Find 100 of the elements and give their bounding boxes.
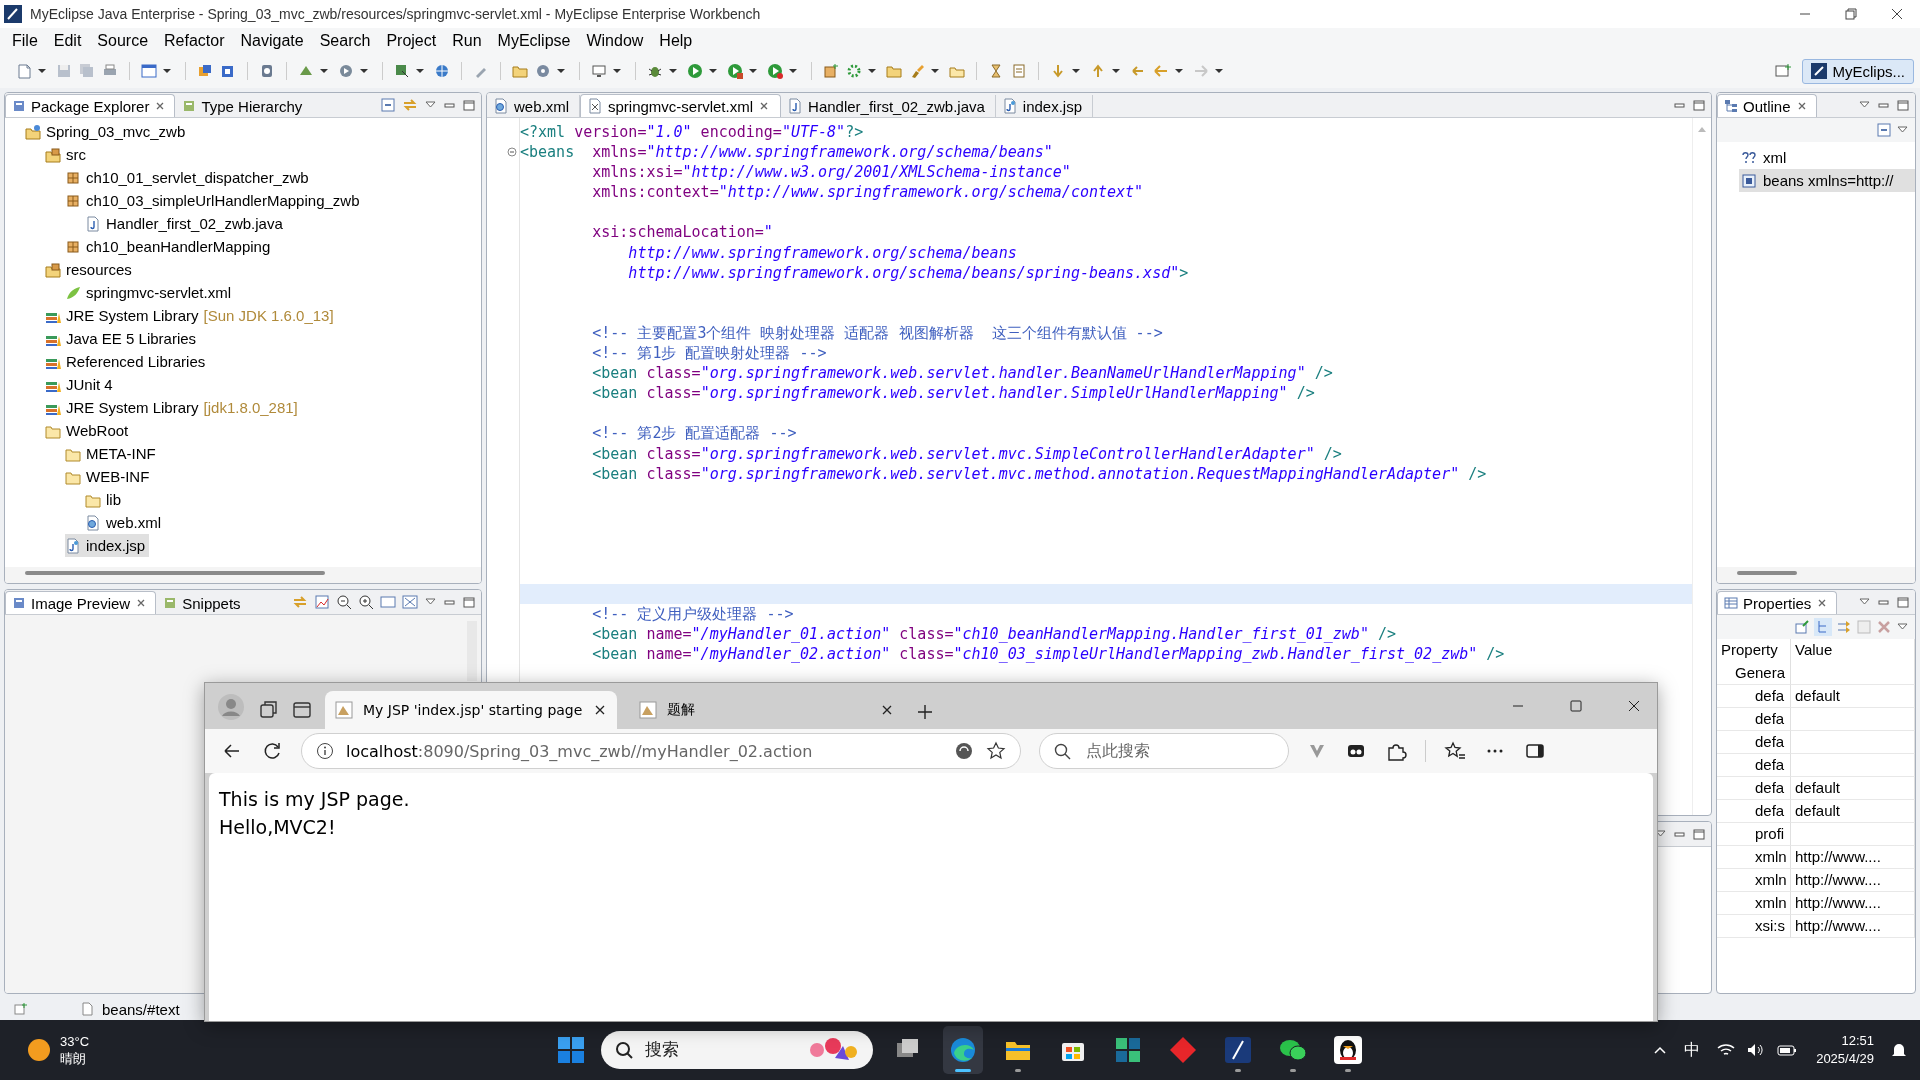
window-icon[interactable] xyxy=(141,63,157,79)
caret-icon[interactable] xyxy=(415,66,425,76)
maximize-icon[interactable] xyxy=(462,99,475,111)
new-document-icon[interactable] xyxy=(16,63,32,79)
annotation-next-icon[interactable] xyxy=(1050,63,1066,79)
server-icon[interactable] xyxy=(259,63,275,79)
outline-item[interactable]: xml xyxy=(1739,146,1915,169)
fast-view-icon[interactable] xyxy=(14,1002,28,1016)
caret-icon[interactable] xyxy=(930,66,940,76)
caret-icon[interactable] xyxy=(788,66,798,76)
editor-tab[interactable]: Handler_first_02_zwb.java xyxy=(781,95,996,117)
tree-item[interactable]: index.jsp xyxy=(65,534,150,557)
maximize-icon[interactable] xyxy=(1896,596,1909,608)
browser-tab[interactable]: My JSP 'index.jsp' starting page xyxy=(325,691,617,729)
fit-icon[interactable] xyxy=(402,594,418,610)
delete-icon[interactable] xyxy=(1876,619,1892,635)
editor-tab[interactable]: web.xml xyxy=(487,95,580,117)
wifi-icon[interactable] xyxy=(1716,1042,1737,1058)
menu-item[interactable]: File xyxy=(4,30,46,52)
collapse-fold-icon[interactable] xyxy=(507,147,517,158)
pin-icon[interactable] xyxy=(1794,619,1810,635)
export-icon[interactable] xyxy=(394,63,410,79)
avatar-icon[interactable] xyxy=(217,693,245,721)
close-icon[interactable] xyxy=(880,703,894,717)
maximize-icon[interactable] xyxy=(1896,99,1909,111)
caret-icon[interactable] xyxy=(867,66,877,76)
tree-item[interactable]: Handler_first_02_zwb.java xyxy=(85,212,287,235)
notification-bell-icon[interactable] xyxy=(1890,1041,1908,1059)
zoom-in-icon[interactable] xyxy=(358,594,374,610)
play-icon[interactable] xyxy=(727,63,743,79)
clock-time[interactable]: 12:51 xyxy=(1841,1032,1874,1050)
menu-item[interactable]: Source xyxy=(89,30,157,52)
refresh-badge-icon[interactable] xyxy=(954,741,974,761)
view-tab[interactable]: Type Hierarchy xyxy=(175,94,312,117)
favorites-icon[interactable] xyxy=(1444,740,1466,762)
tree-item[interactable]: Spring_03_mvc_zwb xyxy=(25,120,190,143)
caret-icon[interactable] xyxy=(556,66,566,76)
tree-item[interactable]: ch10_03_simpleUrlHandlerMapping_zwb xyxy=(65,189,364,212)
menu-item[interactable]: Help xyxy=(651,30,701,52)
menu-item[interactable]: Navigate xyxy=(232,30,312,52)
play-icon[interactable] xyxy=(687,63,703,79)
zoom-out-icon[interactable] xyxy=(336,594,352,610)
monitor-icon[interactable] xyxy=(591,63,607,79)
editor-tab[interactable]: index.jsp xyxy=(995,95,1093,117)
tree-item[interactable]: Java EE 5 Libraries xyxy=(45,327,201,350)
pen-icon[interactable] xyxy=(1223,1035,1253,1065)
caret-icon[interactable] xyxy=(708,66,718,76)
horizontal-scrollbar[interactable] xyxy=(25,571,325,575)
open-folder-icon[interactable] xyxy=(512,63,528,79)
maximize-icon[interactable] xyxy=(1692,99,1705,111)
tree-item[interactable]: JRE System Library [jdk1.8.0_281] xyxy=(45,396,302,419)
maximize-icon[interactable] xyxy=(1692,828,1705,840)
tree-item[interactable]: JRE System Library [Sun JDK 1.6.0_13] xyxy=(45,304,338,327)
new-tab-icon[interactable] xyxy=(916,703,934,721)
tree-item[interactable]: web.xml xyxy=(85,511,165,534)
view-tab[interactable]: Properties xyxy=(1717,591,1838,614)
caret-icon[interactable] xyxy=(37,66,47,76)
caret-icon[interactable] xyxy=(748,66,758,76)
tree-item[interactable]: springmvc-servlet.xml xyxy=(65,281,236,304)
brush-icon[interactable] xyxy=(909,63,925,79)
column-header[interactable]: Value xyxy=(1791,639,1915,662)
tree-item[interactable]: JUnit 4 xyxy=(45,373,117,396)
caret-icon[interactable] xyxy=(359,66,369,76)
caret-icon[interactable] xyxy=(1071,66,1081,76)
cube-icon[interactable] xyxy=(197,63,213,79)
star-icon[interactable] xyxy=(986,741,1006,761)
view-tab[interactable]: Package Explorer xyxy=(5,94,176,117)
diamond-icon[interactable] xyxy=(1168,1035,1198,1065)
tiles-icon[interactable] xyxy=(1113,1035,1143,1065)
hourglass-icon[interactable] xyxy=(988,63,1004,79)
penguin-icon[interactable] xyxy=(1333,1035,1363,1065)
menu-item[interactable]: Window xyxy=(578,30,652,52)
clock-date[interactable]: 2025/4/29 xyxy=(1816,1050,1874,1068)
outline-item[interactable]: beans xmlns=http:// xyxy=(1739,169,1915,192)
tab-actions-icon[interactable] xyxy=(291,699,313,721)
perspective-button[interactable]: MyEclips... xyxy=(1802,58,1914,84)
menu-item[interactable]: Search xyxy=(311,30,379,52)
tree-item[interactable]: WEB-INF xyxy=(65,465,154,488)
tree-item[interactable]: META-INF xyxy=(65,442,160,465)
input-method-indicator[interactable]: 中 xyxy=(1684,1039,1701,1061)
close-icon[interactable] xyxy=(593,703,607,717)
image-icon[interactable] xyxy=(314,594,330,610)
menu-item[interactable]: Edit xyxy=(45,30,90,52)
package-add-icon[interactable] xyxy=(823,63,839,79)
play-icon[interactable] xyxy=(767,63,783,79)
caret-icon[interactable] xyxy=(1214,66,1224,76)
caret-icon[interactable] xyxy=(162,66,172,76)
caret-icon[interactable] xyxy=(668,66,678,76)
collections-icon[interactable] xyxy=(257,699,279,721)
search-field[interactable]: 搜索 xyxy=(601,1031,873,1069)
view-tab[interactable]: Image Preview xyxy=(5,591,157,614)
menu-item[interactable]: Project xyxy=(378,30,445,52)
tree-item[interactable]: src xyxy=(45,143,90,166)
open-perspective-icon[interactable] xyxy=(1775,63,1792,79)
caret-icon[interactable] xyxy=(1174,66,1184,76)
address-bar[interactable]: localhost:8090/Spring_03_mvc_zwb//myHandler_02.action xyxy=(301,733,1021,769)
view-tab[interactable]: Outline xyxy=(1717,94,1817,117)
horizontal-scrollbar[interactable] xyxy=(1737,571,1797,575)
tree-item[interactable]: ch10_beanHandlerMapping xyxy=(65,235,275,258)
tree-item[interactable]: resources xyxy=(45,258,136,281)
